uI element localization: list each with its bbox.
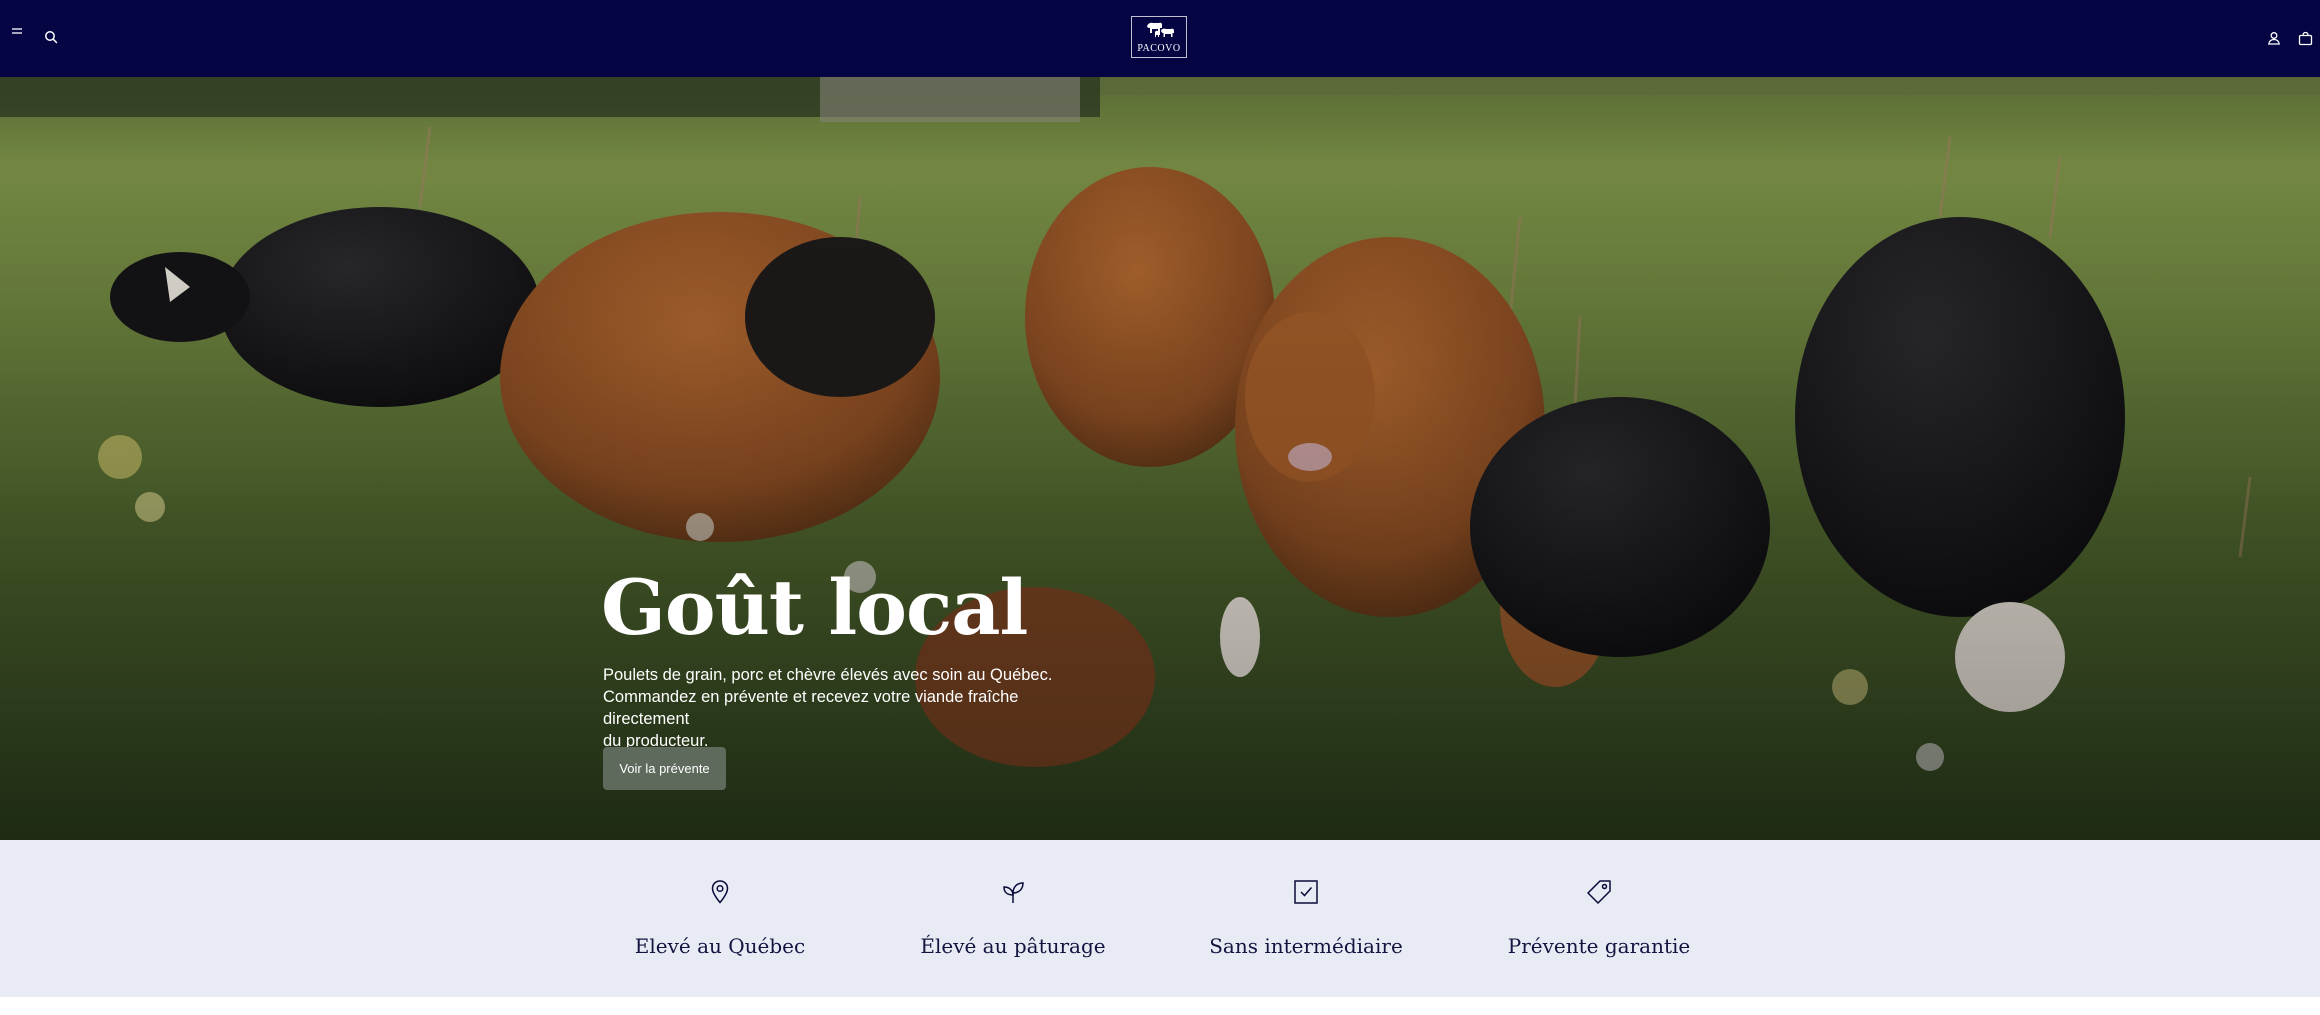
site-logo[interactable]: PACOVO <box>1131 16 1187 58</box>
logo-animals-icon <box>1147 22 1174 37</box>
tag-icon <box>1587 880 1611 904</box>
presale-button[interactable]: Voir la prévente <box>603 747 726 790</box>
map-pin-icon <box>711 880 729 904</box>
feature-label: Prévente garantie <box>1507 934 1691 958</box>
hero-banner: Goût local Poulets de grain, porc et chè… <box>0 77 2320 840</box>
features-bar: Elevé au Québec Élevé au pâturage Sans i… <box>0 840 2320 997</box>
feature-label: Elevé au Québec <box>634 934 806 958</box>
hero-description-line: Commandez en prévente et recevez votre v… <box>603 688 1019 728</box>
search-icon[interactable] <box>42 28 60 46</box>
logo-text: PACOVO <box>1137 43 1181 54</box>
hero-description: Poulets de grain, porc et chèvre élevés … <box>603 664 1093 752</box>
hero-description-line: Poulets de grain, porc et chèvre élevés … <box>603 666 1053 684</box>
feature-label: Sans intermédiaire <box>1209 934 1403 958</box>
user-icon[interactable] <box>2262 28 2286 48</box>
feature-item: Elevé au Québec <box>590 840 850 997</box>
site-header: PACOVO <box>0 0 2320 77</box>
hero-overlay <box>0 77 2320 840</box>
menu-icon[interactable] <box>8 24 26 40</box>
sprout-icon <box>1003 882 1024 903</box>
feature-label: Élevé au pâturage <box>920 934 1106 958</box>
feature-item: Prévente garantie <box>1469 840 1729 997</box>
shopping-bag-icon[interactable] <box>2294 27 2316 49</box>
checkbox-icon <box>1294 880 1318 904</box>
hero-title: Goût local <box>601 563 1028 652</box>
feature-item: Sans intermédiaire <box>1176 840 1436 997</box>
feature-item: Élevé au pâturage <box>883 840 1143 997</box>
